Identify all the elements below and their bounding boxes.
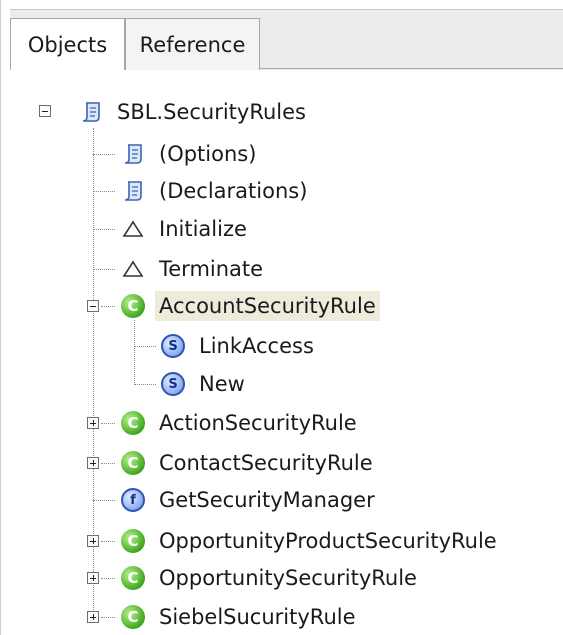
collapse-toggle[interactable] [87, 300, 99, 312]
class-icon: C [121, 605, 145, 629]
script-icon [121, 179, 145, 203]
tree-node-label: Terminate [159, 257, 264, 281]
tree-node-label: AccountSecurityRule [155, 291, 380, 321]
tree-node[interactable]: Terminate [121, 254, 267, 284]
class-icon: C [121, 566, 145, 590]
tree-node-label: SiebelSucurityRule [159, 605, 356, 629]
collapse-toggle[interactable] [39, 105, 51, 117]
tree-node-label: (Options) [159, 142, 257, 166]
tree-node-label: ActionSecurityRule [159, 411, 357, 435]
tree-node[interactable]: Initialize [121, 214, 251, 244]
script-icon [79, 100, 103, 124]
tree-connector [101, 306, 115, 307]
tree-connector [134, 384, 156, 385]
tree-connector [101, 463, 115, 464]
tree-node[interactable]: (Declarations) [121, 176, 311, 206]
tree-connector [93, 500, 115, 501]
class-icon: C [121, 451, 145, 475]
tree-node[interactable]: C SiebelSucurityRule [121, 602, 360, 632]
triangle-icon [121, 257, 145, 281]
tree-node[interactable]: C ActionSecurityRule [121, 408, 361, 438]
tree-node-label: GetSecurityManager [159, 488, 375, 512]
expand-toggle[interactable] [87, 572, 99, 584]
tree-node[interactable]: C OpportunityProductSecurityRule [121, 526, 501, 556]
tree-node-label: SBL.SecurityRules [117, 100, 306, 124]
class-icon: C [121, 411, 145, 435]
tree-connector [134, 320, 135, 385]
tree-connector [101, 578, 115, 579]
tree-node[interactable]: C OpportunitySecurityRule [121, 563, 421, 593]
tree-connector [93, 191, 115, 192]
tree-node[interactable]: f GetSecurityManager [121, 485, 379, 515]
class-icon: C [121, 529, 145, 553]
tree-node-label: OpportunityProductSecurityRule [159, 529, 497, 553]
tree-node-child[interactable]: S New [161, 369, 249, 399]
tree-connector [101, 617, 115, 618]
tree-connector [93, 154, 115, 155]
class-icon: C [121, 294, 145, 318]
tree-connector [93, 269, 115, 270]
tree-node-label: New [199, 372, 245, 396]
triangle-icon [121, 217, 145, 241]
expand-toggle[interactable] [87, 457, 99, 469]
tree-node-child[interactable]: S LinkAccess [161, 331, 318, 361]
tree-connector [101, 423, 115, 424]
tree-node-label: OpportunitySecurityRule [159, 566, 417, 590]
tree-connector [101, 541, 115, 542]
tree-node[interactable]: (Options) [121, 139, 260, 169]
tab-objects[interactable]: Objects [10, 18, 125, 70]
expand-toggle[interactable] [87, 417, 99, 429]
explorer-window: Objects Reference SBL.SecurityRules (Opt… [0, 0, 563, 635]
tree-node-label: Initialize [159, 217, 247, 241]
tree-node-label: ContactSecurityRule [159, 451, 373, 475]
expand-toggle[interactable] [87, 535, 99, 547]
tree-node[interactable]: C ContactSecurityRule [121, 448, 377, 478]
tree-node-selected[interactable]: C AccountSecurityRule [121, 291, 380, 321]
tab-reference[interactable]: Reference [125, 18, 260, 70]
function-icon: f [121, 488, 145, 512]
tree-connector [134, 346, 156, 347]
tree-node-label: (Declarations) [159, 179, 308, 203]
sub-icon: S [161, 372, 185, 396]
tab-strip: Objects Reference [10, 9, 563, 70]
tab-divider [260, 68, 563, 69]
object-tree: SBL.SecurityRules (Options) (Declaration… [1, 70, 563, 635]
script-icon [121, 142, 145, 166]
tree-connector [93, 229, 115, 230]
sub-icon: S [161, 334, 185, 358]
expand-toggle[interactable] [87, 611, 99, 623]
tree-node-root[interactable]: SBL.SecurityRules [79, 97, 310, 127]
tree-node-label: LinkAccess [199, 334, 314, 358]
